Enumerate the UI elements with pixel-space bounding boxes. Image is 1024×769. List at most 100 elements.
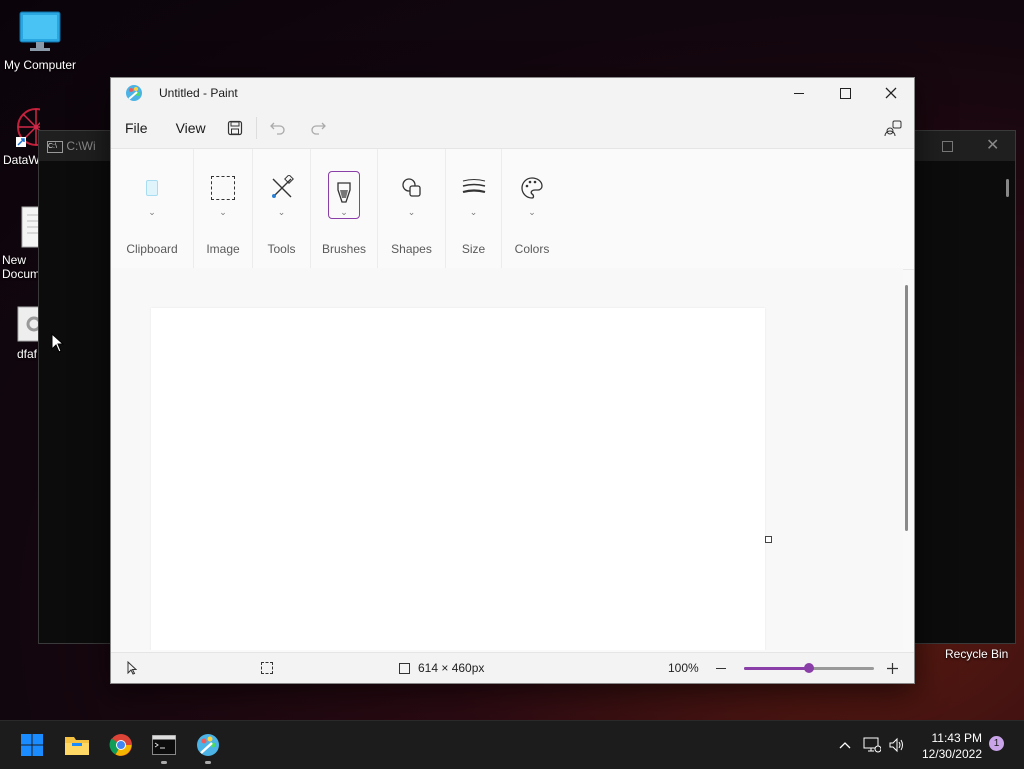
ribbon-group-label: Size (461, 242, 486, 256)
console-titlebar[interactable]: C:\ C:\Wi (39, 131, 119, 161)
redo-button[interactable] (303, 113, 333, 143)
close-button[interactable] (868, 78, 914, 108)
minimize-icon (794, 92, 804, 94)
menu-view[interactable]: View (162, 120, 220, 136)
zoom-slider[interactable] (744, 653, 874, 683)
selection-icon (261, 662, 273, 674)
ribbon-group-label: Clipboard (126, 242, 178, 256)
line-width-icon (457, 171, 491, 205)
drawing-canvas[interactable] (151, 308, 765, 650)
ribbon-group-label: Image (206, 242, 240, 256)
ribbon-group-colors[interactable]: ⌄ Colors (502, 149, 562, 269)
cursor-position (127, 653, 137, 683)
maximize-icon (839, 87, 851, 99)
chevron-down-icon: ⌄ (340, 207, 348, 217)
minus-icon (716, 667, 726, 669)
taskbar-paint[interactable] (192, 729, 224, 761)
console-title: C:\Wi (66, 139, 96, 153)
divider (255, 117, 257, 139)
canvas-area[interactable] (111, 268, 903, 650)
ribbon: ⌄ Clipboard ⌄ Image ⌄ Tools ⌄ Brushes ⌄ … (111, 149, 914, 270)
console-icon: C:\ (47, 140, 63, 153)
ribbon-group-tools[interactable]: ⌄ Tools (253, 149, 311, 269)
desktop-icon-new-document[interactable]: New Docum (0, 205, 40, 281)
system-clock[interactable]: 11:43 PM 12/30/2022 (922, 730, 982, 762)
chevron-down-icon: ⌄ (219, 207, 227, 217)
canvas-size-icon (399, 662, 410, 674)
clipboard-icon (135, 171, 169, 205)
tools-icon (265, 171, 299, 205)
paint-app-icon (125, 84, 143, 102)
chevron-down-icon: ⌄ (148, 207, 156, 217)
datawave-icon (14, 105, 40, 149)
shapes-icon (395, 171, 429, 205)
background-console-window[interactable]: C:\ C:\Wi (38, 130, 120, 644)
account-icon (884, 120, 902, 137)
paint-app-icon (197, 734, 219, 756)
zoom-out-button[interactable] (716, 653, 726, 683)
vertical-scrollbar[interactable] (905, 285, 908, 531)
ribbon-group-size[interactable]: ⌄ Size (446, 149, 502, 269)
undo-icon (269, 122, 285, 135)
zoom-level[interactable]: 100% (668, 653, 699, 683)
chevron-down-icon: ⌄ (528, 207, 536, 217)
console-scrollbar[interactable] (1006, 179, 1009, 197)
notification-badge[interactable]: 1 (989, 736, 1004, 751)
plus-icon (887, 662, 898, 674)
desktop-icon-datawave[interactable]: DataW (0, 105, 40, 167)
zoom-slider-thumb[interactable] (804, 663, 814, 673)
minimize-button[interactable] (776, 78, 822, 108)
canvas-resize-handle[interactable] (765, 536, 772, 543)
menu-file[interactable]: File (111, 120, 162, 136)
recycle-bin-label[interactable]: Recycle Bin (945, 647, 1008, 661)
save-icon (227, 120, 242, 136)
window-title: Untitled - Paint (159, 86, 238, 100)
taskbar-file-explorer[interactable] (61, 729, 93, 761)
file-gear-icon (16, 305, 40, 343)
pointer-icon (127, 661, 137, 675)
save-button[interactable] (220, 113, 250, 143)
ribbon-group-label: Shapes (391, 242, 432, 256)
status-bar: 614 × 460px 100% (111, 652, 914, 683)
chevron-down-icon: ⌄ (469, 207, 478, 217)
document-icon (20, 205, 40, 249)
console-titlebar-right[interactable]: ✕ (912, 131, 1015, 161)
taskbar: 11:43 PM 12/30/2022 (0, 720, 1024, 769)
redo-icon (311, 122, 326, 135)
speaker-icon (889, 737, 903, 753)
undo-button[interactable] (263, 113, 293, 143)
taskbar-chrome[interactable] (105, 729, 137, 761)
chevron-down-icon: ⌄ (407, 207, 416, 217)
desktop-icon-dfaf[interactable]: dfaf (0, 305, 40, 361)
close-icon[interactable]: ✕ (986, 135, 999, 155)
chevron-down-icon: ⌄ (277, 207, 286, 217)
ribbon-group-brushes[interactable]: ⌄ Brushes (311, 149, 378, 269)
background-console-window-right[interactable]: ✕ (912, 130, 1016, 644)
ribbon-group-label: Colors (514, 242, 550, 256)
volume-button[interactable] (881, 729, 913, 761)
desktop-icon-label: dfaf (17, 347, 38, 361)
zoom-in-button[interactable] (887, 653, 898, 683)
ribbon-group-shapes[interactable]: ⌄ Shapes (378, 149, 446, 269)
clock-date: 12/30/2022 (921, 747, 982, 761)
account-button[interactable] (878, 113, 908, 143)
maximize-icon[interactable] (942, 141, 953, 152)
desktop-icon-label: DataW (3, 153, 40, 167)
desktop-icon-label: My Computer (3, 58, 77, 72)
start-button[interactable] (16, 729, 48, 761)
taskbar-terminal[interactable] (148, 729, 180, 761)
paint-window[interactable]: Untitled - Paint File View ⌄ Clipboard ⌄… (110, 77, 915, 684)
network-icon (863, 737, 881, 753)
paint-titlebar[interactable]: Untitled - Paint (111, 78, 914, 108)
desktop-icon-label: New Docum (2, 253, 40, 281)
ribbon-group-image[interactable]: ⌄ Image (194, 149, 253, 269)
terminal-icon (152, 735, 176, 755)
palette-icon (515, 171, 549, 205)
ribbon-group-clipboard[interactable]: ⌄ Clipboard (111, 149, 194, 269)
mouse-cursor (51, 332, 65, 358)
close-icon (885, 87, 897, 99)
desktop-icon-my-computer[interactable]: My Computer (0, 10, 80, 72)
maximize-button[interactable] (822, 78, 868, 108)
running-indicator (205, 761, 211, 764)
running-indicator (161, 761, 167, 764)
